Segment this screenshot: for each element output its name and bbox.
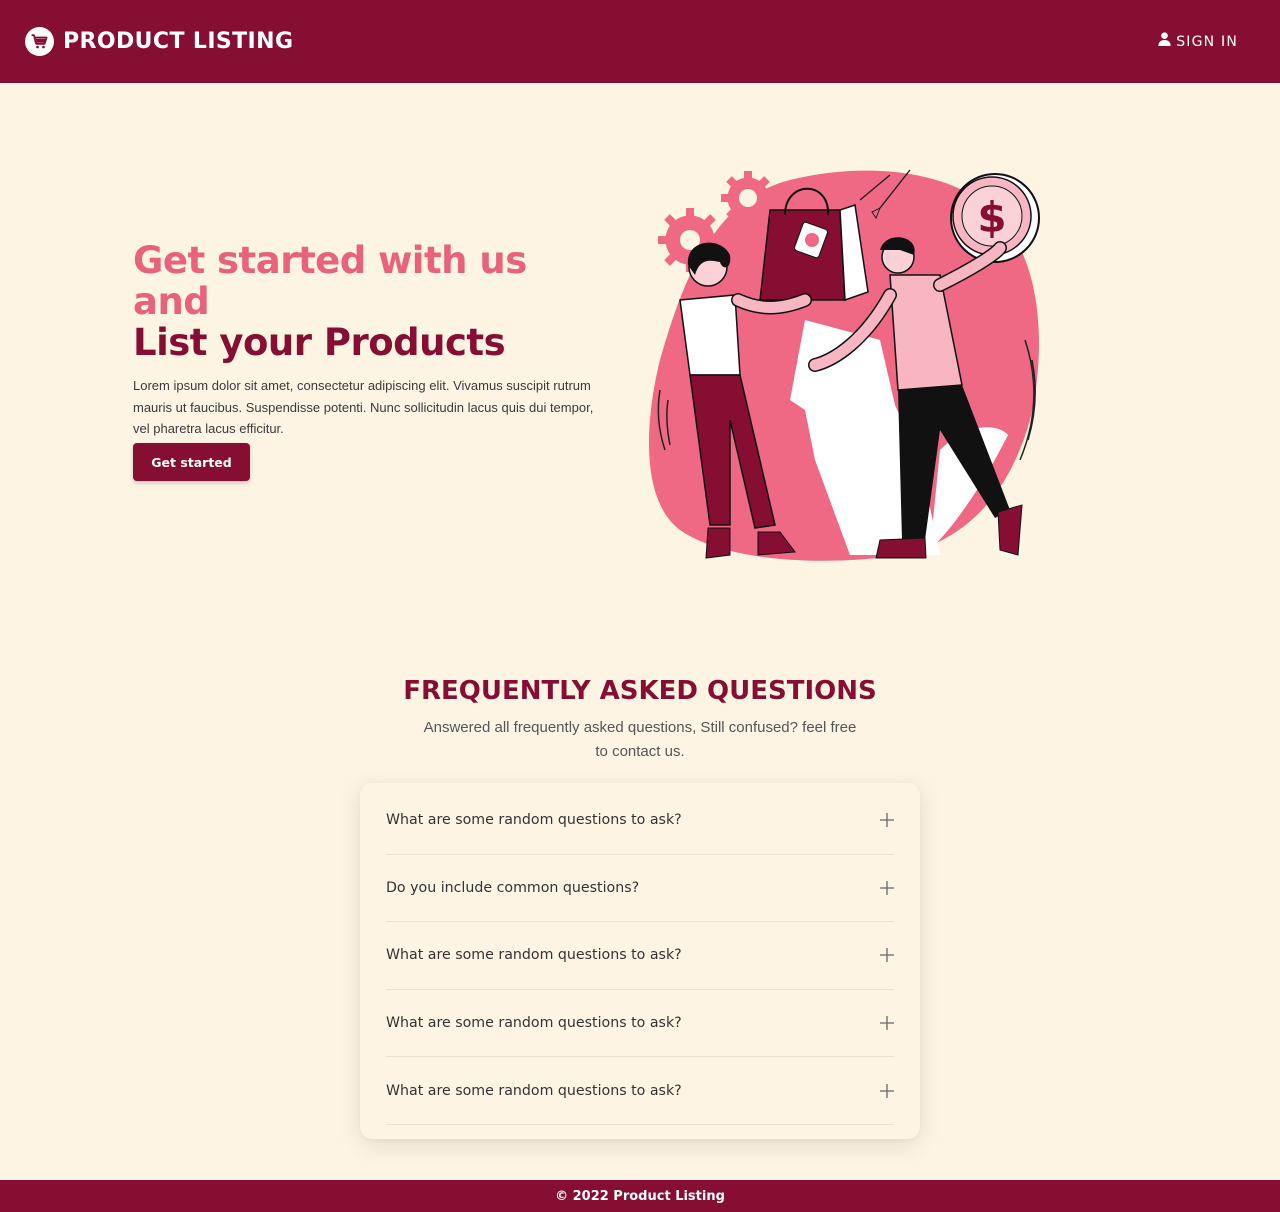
faq-question: What are some random questions to ask?	[386, 947, 682, 964]
faq-question: Do you include common questions?	[386, 879, 640, 896]
sign-in-label: SIGN IN	[1176, 33, 1238, 50]
faq-question: What are some random questions to ask?	[386, 812, 682, 829]
faq-item[interactable]: What are some random questions to ask?	[386, 1057, 894, 1125]
faq-list: What are some random questions to ask? D…	[360, 783, 920, 1139]
plus-icon[interactable]	[880, 880, 894, 895]
faq-item[interactable]: What are some random questions to ask?	[386, 990, 894, 1058]
navbar: PRODUCT LISTING SIGN IN	[0, 0, 1280, 83]
brand-name: PRODUCT LISTING	[63, 29, 294, 54]
faq-item[interactable]: What are some random questions to ask?	[386, 922, 894, 990]
faq-subtitle: Answered all frequently asked questions,…	[423, 719, 857, 760]
footer-copyright: © 2022 Product Listing	[555, 1188, 725, 1204]
hero-title: Get started with us and List your Produc…	[133, 240, 613, 363]
faq-question: What are some random questions to ask?	[386, 1082, 682, 1099]
plus-icon[interactable]	[880, 1016, 894, 1031]
plus-icon[interactable]	[880, 1083, 894, 1098]
shopping-illustration: $	[640, 160, 1060, 570]
hero-title-line1: Get started with us and	[133, 239, 527, 323]
hero-description: Lorem ipsum dolor sit amet, consectetur …	[133, 378, 594, 436]
get-started-button[interactable]: Get started	[133, 443, 250, 481]
user-icon	[1158, 32, 1171, 51]
brand-link[interactable]: PRODUCT LISTING	[25, 27, 293, 56]
footer: © 2022 Product Listing	[0, 1180, 1280, 1212]
svg-text:$: $	[977, 193, 1006, 242]
hero-title-line2: List your Products	[133, 321, 506, 364]
faq-item[interactable]: Do you include common questions?	[386, 855, 894, 923]
hero-text: Get started with us and List your Produc…	[133, 240, 613, 440]
faq-question: What are some random questions to ask?	[386, 1015, 682, 1032]
plus-icon[interactable]	[880, 948, 894, 963]
plus-icon[interactable]	[880, 813, 894, 828]
faq-item[interactable]: What are some random questions to ask?	[386, 787, 894, 855]
cart-icon	[25, 27, 54, 56]
faq-title: FREQUENTLY ASKED QUESTIONS	[403, 676, 877, 706]
sign-in-link[interactable]: SIGN IN	[1158, 32, 1238, 51]
